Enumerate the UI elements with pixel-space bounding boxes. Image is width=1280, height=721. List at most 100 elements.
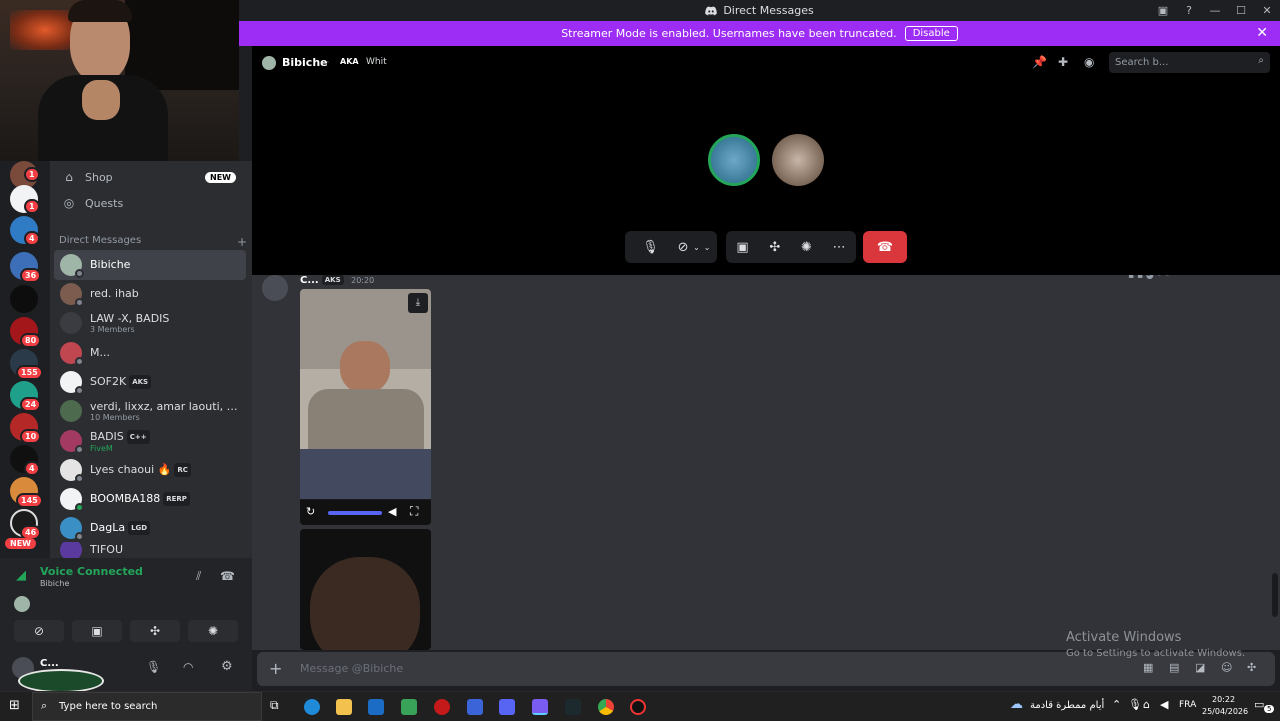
new-servers-badge[interactable]: NEW xyxy=(5,538,36,549)
gif-icon[interactable]: ▤ xyxy=(1169,661,1179,674)
scrollbar[interactable] xyxy=(1272,573,1278,617)
microphone-icon[interactable]: 🎙 xyxy=(642,240,659,255)
server-badge: 80 xyxy=(20,333,42,348)
add-friend-icon[interactable]: ✚ xyxy=(1058,55,1068,69)
voice-channel[interactable]: Bibiche xyxy=(40,579,69,588)
participant-avatar[interactable] xyxy=(708,134,760,186)
leave-call-button[interactable]: ☎ xyxy=(863,231,907,263)
notifications-icon[interactable]: ▭ xyxy=(1254,698,1264,711)
close-icon[interactable]: ✕ xyxy=(1256,25,1268,41)
headphones-icon[interactable]: ◠ xyxy=(183,660,193,674)
dm-sub: FiveM xyxy=(90,443,113,453)
dm-sub: 10 Members xyxy=(90,412,140,422)
search-input[interactable]: Search b... ⌕ xyxy=(1109,52,1270,73)
dm-item[interactable]: M... xyxy=(54,338,246,368)
download-icon[interactable]: ⤓ xyxy=(408,293,428,313)
call-user-name[interactable]: Bibiche xyxy=(282,56,328,69)
help-icon[interactable]: ? xyxy=(1176,4,1202,17)
weather-text[interactable]: أيام ممطرة قادمة xyxy=(1030,700,1104,711)
screen-share-button[interactable]: ▣ xyxy=(72,620,122,642)
volume-icon[interactable]: ◀ xyxy=(1160,698,1168,711)
task-view-icon[interactable]: ⧉ xyxy=(270,698,279,713)
sticker-icon[interactable]: ◪ xyxy=(1195,661,1205,674)
dm-item[interactable]: LAW -X, BADIS 3 Members xyxy=(54,308,246,338)
maximize-button[interactable]: ☐ xyxy=(1228,4,1254,17)
profile-icon[interactable]: ◉ xyxy=(1084,55,1094,69)
volume-slider[interactable] xyxy=(328,511,382,515)
dm-item[interactable]: SOF2K AKS xyxy=(54,367,246,397)
more-icon[interactable]: ⋯ xyxy=(833,240,846,255)
window-title: Direct Messages xyxy=(705,4,814,17)
message-avatar[interactable] xyxy=(262,275,288,301)
store-icon[interactable] xyxy=(401,699,417,715)
gift-icon[interactable]: ▦ xyxy=(1143,661,1153,674)
app-icon[interactable] xyxy=(467,699,483,715)
taskbar-search[interactable]: ⌕ Type here to search xyxy=(32,692,262,721)
app-icon[interactable] xyxy=(434,699,450,715)
settings-gear-icon[interactable]: ⚙ xyxy=(221,659,233,674)
video-attachment[interactable] xyxy=(300,529,431,650)
language-indicator[interactable]: FRA xyxy=(1179,700,1196,710)
video-attachment[interactable]: ⤓ ↻ ◀ ⛶ xyxy=(300,289,431,525)
dm-item[interactable]: verdi, lixxz, amar laouti, Louai c...10 … xyxy=(54,396,246,426)
network-icon[interactable]: ⌂ xyxy=(1143,698,1150,711)
activities-button[interactable]: ✣ xyxy=(130,620,180,642)
user-name[interactable]: C... xyxy=(40,658,59,669)
soundboard-button[interactable]: ✺ xyxy=(188,620,238,642)
microphone-icon[interactable]: 🎙 xyxy=(146,660,161,674)
dm-sub: 3 Members xyxy=(90,324,135,334)
dm-item[interactable]: red. ihab xyxy=(54,279,246,309)
voice-status[interactable]: Voice Connected xyxy=(40,565,143,578)
windows-start-icon[interactable]: ⊞ xyxy=(9,698,20,713)
dm-item[interactable]: BADIS C++ FiveM xyxy=(54,426,246,456)
discord-icon[interactable] xyxy=(499,699,515,715)
message-actions[interactable]: ▪ ▪ ◕ ◦ ◦ xyxy=(1128,275,1170,281)
soundboard-icon[interactable]: ✺ xyxy=(801,240,812,255)
add-dm-icon[interactable]: + xyxy=(237,235,247,249)
disable-button[interactable]: Disable xyxy=(904,26,958,41)
server-icon[interactable] xyxy=(10,285,38,313)
disconnect-icon[interactable]: ☎ xyxy=(220,569,235,583)
fullscreen-icon[interactable]: ⛶ xyxy=(410,504,418,519)
dm-header-label: Direct Messages xyxy=(59,235,142,246)
replay-icon[interactable]: ↻ xyxy=(306,505,315,518)
noise-suppression-icon[interactable]: ⫽ xyxy=(196,569,201,584)
message-input[interactable]: Message @Bibiche xyxy=(300,662,403,675)
tray-chevron-icon[interactable]: ⌃ xyxy=(1112,698,1121,711)
chevron-down-icon[interactable]: ⌄ xyxy=(704,243,711,252)
volume-icon[interactable]: ◀ xyxy=(388,505,396,518)
emoji-icon[interactable]: ☺ xyxy=(1221,661,1232,674)
dm-sidebar: ⌂ Shop NEW ◎ Quests Direct Messages + Bi… xyxy=(50,161,252,558)
screen-share-icon[interactable]: ▣ xyxy=(736,240,748,255)
message-author[interactable]: C... AKS 20:20 xyxy=(300,275,374,286)
clock-time[interactable]: 20:22 xyxy=(1212,695,1235,704)
outlook-icon[interactable] xyxy=(368,699,384,715)
microphone-icon[interactable]: 🎙 xyxy=(1128,698,1142,711)
dm-item[interactable]: BOOMBA188 RERP xyxy=(54,484,246,514)
weather-icon[interactable]: ☁ xyxy=(1010,697,1023,712)
nav-shop[interactable]: ⌂ Shop NEW xyxy=(56,164,246,190)
pin-icon[interactable]: 📌 xyxy=(1032,55,1047,69)
file-explorer-icon[interactable] xyxy=(336,699,352,715)
clock-date[interactable]: 25/04/2026 xyxy=(1202,707,1248,716)
close-button[interactable]: ✕ xyxy=(1254,4,1280,17)
activities-icon[interactable]: ✣ xyxy=(769,240,780,255)
chrome-icon[interactable] xyxy=(598,699,614,715)
apps-icon[interactable]: ✣ xyxy=(1247,661,1256,674)
discord-active-icon[interactable] xyxy=(532,699,548,715)
dm-item[interactable]: Lyes chaoui 🔥 RC xyxy=(54,455,246,485)
dm-item[interactable]: TIFOU xyxy=(54,542,246,558)
nav-quests[interactable]: ◎ Quests xyxy=(56,190,246,216)
dm-item[interactable]: Bibiche xyxy=(54,250,246,280)
obs-icon[interactable] xyxy=(630,699,646,715)
camera-off-icon[interactable]: ⊘ xyxy=(678,240,689,255)
participant-avatar[interactable] xyxy=(772,134,824,186)
inbox-icon[interactable]: ▣ xyxy=(1150,4,1176,17)
server-badge: 155 xyxy=(16,365,43,380)
terminal-icon[interactable] xyxy=(565,699,581,715)
add-attachment-icon[interactable]: + xyxy=(269,659,282,678)
dm-item[interactable]: DagLa LGD xyxy=(54,513,246,543)
camera-toggle-button[interactable]: ⊘ xyxy=(14,620,64,642)
edge-icon[interactable] xyxy=(304,699,320,715)
minimize-button[interactable]: — xyxy=(1202,4,1228,17)
